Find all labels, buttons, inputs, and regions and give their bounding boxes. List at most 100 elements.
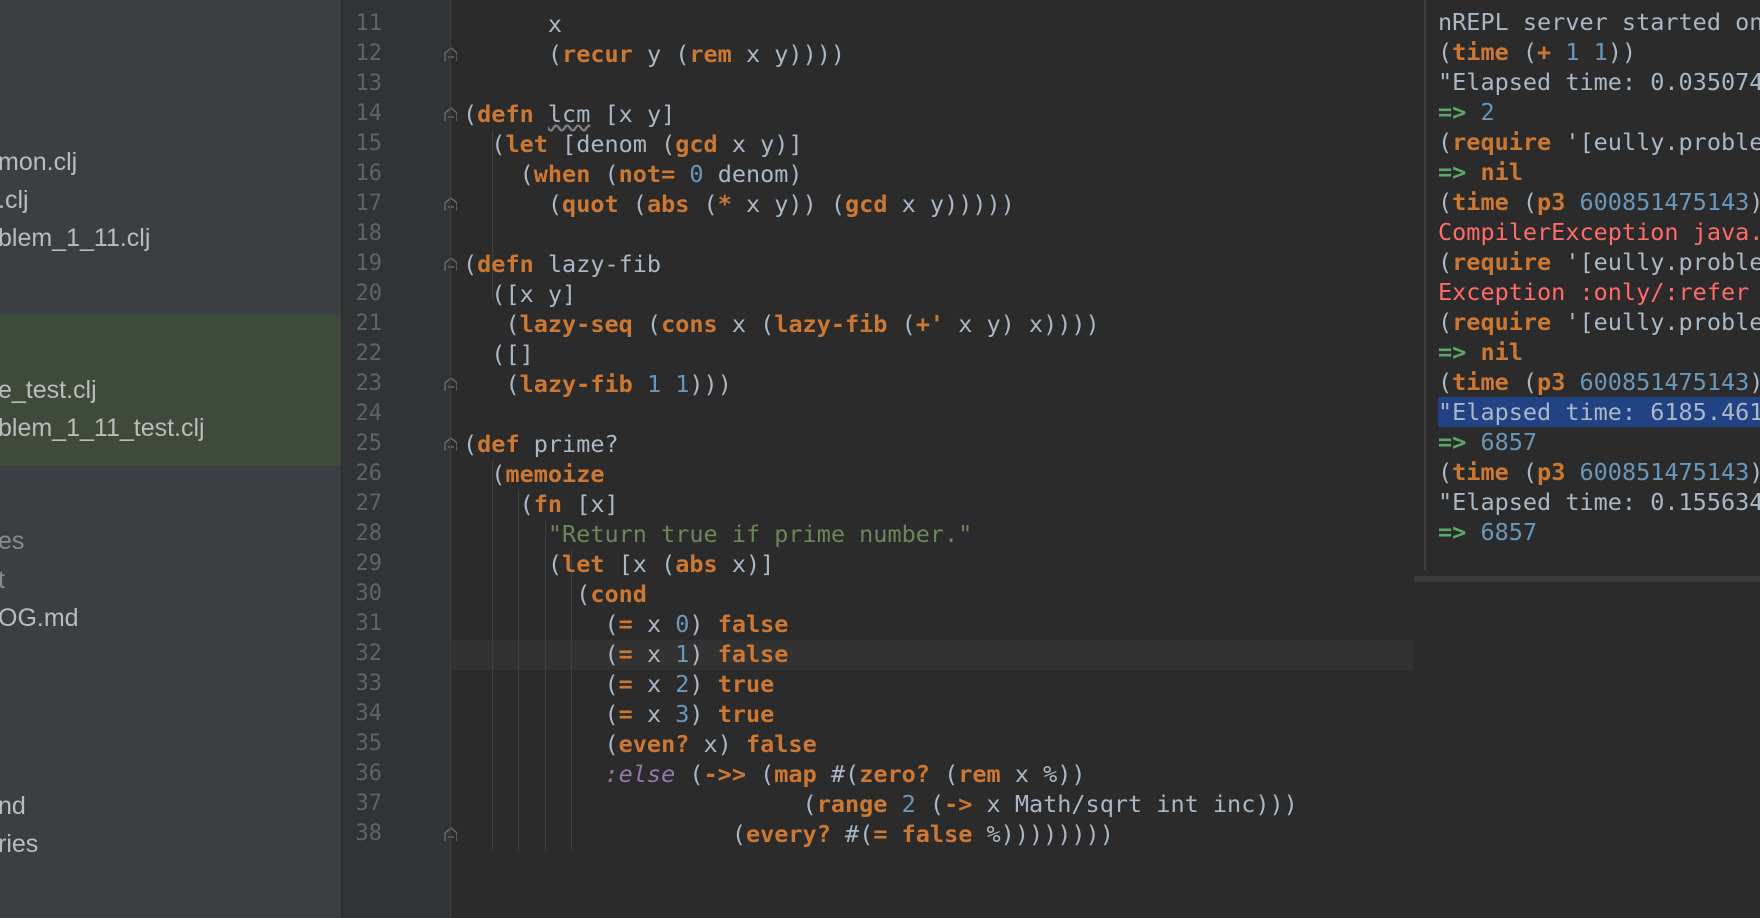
repl-token [1466, 428, 1480, 456]
repl-token: "Elapsed time: 6185.461 [1438, 398, 1760, 426]
code-token: ) [689, 700, 718, 728]
code-token: ( [618, 190, 647, 218]
code-token: ([] [463, 340, 534, 368]
code-token: ( [463, 820, 746, 848]
code-token: x [632, 700, 676, 728]
sidebar-file-item[interactable]: blem_1_11_test.clj [0, 409, 205, 447]
code-token: 1 [675, 640, 690, 668]
code-line[interactable]: (= x 1) false [463, 639, 788, 669]
code-line[interactable]: ([x y] [463, 279, 576, 309]
code-token: * [717, 190, 732, 218]
code-token: memoize [505, 460, 605, 488]
code-line[interactable]: (memoize [463, 459, 605, 489]
code-token: ( [929, 760, 959, 788]
code-token: [x ( [604, 550, 676, 578]
sidebar-file-item[interactable]: .clj [0, 181, 29, 219]
repl-token: ( [1508, 38, 1538, 66]
repl-token: ( [1438, 128, 1453, 156]
code-token: false [717, 640, 789, 668]
code-line[interactable]: (defn lazy-fib [463, 249, 661, 279]
repl-token: => [1438, 428, 1467, 456]
code-line[interactable]: (lazy-seq (cons x (lazy-fib (+' x y) x))… [463, 309, 1099, 339]
code-line[interactable]: (= x 0) false [463, 609, 788, 639]
repl-token: ( [1438, 188, 1453, 216]
repl-line: nREPL server started on [1438, 7, 1760, 37]
repl-token: ( [1438, 368, 1453, 396]
line-number: 25 [355, 431, 383, 456]
code-line[interactable]: (range 2 (-> x Math/sqrt int inc))) [463, 789, 1298, 819]
repl-token: CompilerException java. [1438, 218, 1760, 246]
code-line[interactable]: (quot (abs (* x y)) (gcd x y))))) [463, 189, 1015, 219]
code-line[interactable]: x [463, 9, 562, 39]
code-token: fn [533, 490, 563, 518]
code-line[interactable]: (recur y (rem x y)))) [463, 39, 845, 69]
code-token: ( [463, 100, 478, 128]
repl-token: 600851475143 [1579, 188, 1750, 216]
code-line[interactable]: ([] [463, 339, 534, 369]
code-token: true [717, 670, 775, 698]
code-line[interactable]: (= x 3) true [463, 699, 774, 729]
code-line[interactable]: (even? x) false [463, 729, 816, 759]
line-number: 27 [355, 491, 383, 516]
code-token: abs [646, 190, 690, 218]
repl-token: ( [1438, 38, 1453, 66]
repl-token: => [1438, 158, 1467, 186]
line-number: 22 [355, 341, 383, 366]
line-number: 28 [355, 521, 383, 546]
code-token: not= [618, 160, 676, 188]
code-token: prime? [519, 430, 619, 458]
code-line[interactable]: (when (not= 0 denom) [463, 159, 803, 189]
code-line[interactable]: (= x 2) true [463, 669, 774, 699]
repl-token: '[eully.proble [1551, 128, 1760, 156]
repl-token: nil [1480, 158, 1523, 186]
code-line[interactable]: (let [x (abs x)] [463, 549, 774, 579]
code-line[interactable]: (defn lcm [x y] [463, 99, 675, 129]
code-token: lazy-fib [774, 310, 888, 338]
code-token: when [533, 160, 591, 188]
code-token: 0 [689, 160, 704, 188]
sidebar-file-item[interactable]: mon.clj [0, 143, 77, 181]
gutter-divider [450, 0, 451, 918]
code-token: let [562, 550, 605, 578]
sidebar-file-item[interactable]: t [0, 561, 5, 599]
code-token: ( [463, 130, 506, 158]
repl-token: nREPL server started on [1438, 8, 1760, 36]
code-line[interactable]: (lazy-fib 1 1))) [463, 369, 731, 399]
sidebar-file-item[interactable]: es [0, 522, 24, 560]
repl-token [1466, 518, 1480, 546]
code-line[interactable]: (let [denom (gcd x y)] [463, 129, 803, 159]
code-token: ( [463, 160, 534, 188]
code-token: = [873, 820, 888, 848]
repl-panel[interactable]: nREPL server started on (time (+ 1 1)) "El… [1414, 0, 1760, 918]
sidebar-file-item[interactable]: OG.md [0, 599, 79, 637]
code-line[interactable]: :else (->> (map #(zero? (rem x %)) [463, 759, 1085, 789]
repl-line: "Elapsed time: 6185.461 [1438, 397, 1760, 427]
code-token: x y)] [717, 130, 803, 158]
code-token: ( [463, 460, 506, 488]
sidebar-file-item[interactable]: ries [0, 825, 38, 863]
code-token: rem [958, 760, 1001, 788]
code-token: ( [463, 580, 591, 608]
code-editor[interactable]: 11 12 13 14 15 16 17 18 19 20 21 22 23 24 25 26 27 28 29 30… [342, 0, 1414, 918]
code-line[interactable]: (cond [463, 579, 647, 609]
sidebar-file-item[interactable]: blem_1_11.clj [0, 219, 150, 257]
code-line[interactable]: "Return true if prime number." [463, 519, 972, 549]
repl-line: (require '[eully.proble [1438, 307, 1760, 337]
code-token: ( [463, 490, 534, 518]
repl-token: nil [1480, 338, 1523, 366]
code-line[interactable]: (every? #(= false %)))))))) [463, 819, 1114, 849]
code-line[interactable]: (fn [x] [463, 489, 619, 519]
repl-token: ( [1438, 308, 1453, 336]
repl-token: require [1452, 128, 1552, 156]
repl-token: 2 [1480, 98, 1495, 126]
repl-line: => nil [1438, 337, 1523, 367]
code-token: %)))))))) [972, 820, 1114, 848]
repl-token: Exception :only/:refer [1438, 278, 1750, 306]
sidebar-file-item[interactable]: nd [0, 787, 26, 825]
code-line[interactable]: (def prime? [463, 429, 619, 459]
repl-line: (time (p3 600851475143) [1438, 457, 1760, 487]
repl-token: '[eully.proble [1551, 248, 1760, 276]
sidebar-file-item[interactable]: e_test.clj [0, 371, 97, 409]
code-token: = [618, 670, 633, 698]
repl-line: CompilerException java. [1438, 217, 1760, 247]
